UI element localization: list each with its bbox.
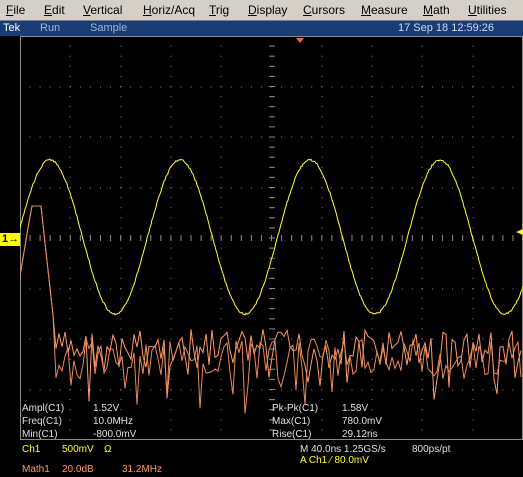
meas-min-label: Min(C1): [22, 429, 58, 440]
menu-edit[interactable]: Edit: [44, 3, 65, 17]
ch1-coupling: Ω: [104, 444, 111, 456]
meas-freq-value: 10.0MHz: [93, 416, 133, 427]
menu-measure[interactable]: Measure: [361, 3, 408, 17]
math1-center-frequency: 31.2MHz: [122, 464, 162, 476]
meas-max-label: Max(C1): [272, 416, 310, 427]
meas-ampl-label: Ampl(C1): [22, 403, 64, 414]
brand-label: Tek: [3, 22, 20, 35]
menu-bar: File Edit Vertical Horiz/Acq Trig Display Curs…: [0, 0, 523, 21]
meas-freq-label: Freq(C1): [22, 416, 62, 427]
meas-rise-value: 29.12ns: [342, 429, 378, 440]
menu-vertical[interactable]: Vertical: [83, 3, 122, 17]
menu-file[interactable]: File: [6, 3, 25, 17]
meas-min-value: -800.0mV: [93, 429, 136, 440]
menu-utilities[interactable]: Utilities: [468, 3, 507, 17]
waveform-display[interactable]: [20, 36, 523, 440]
acquisition-mode: Sample: [90, 22, 127, 35]
status-bar: Tek Run Sample 17 Sep 18 12:59:26: [0, 21, 523, 36]
ch1-readout-label[interactable]: Ch1: [22, 444, 40, 456]
menu-math[interactable]: Math: [423, 3, 450, 17]
menu-display[interactable]: Display: [248, 3, 287, 17]
record-resolution: 800ps/pt: [412, 444, 450, 456]
meas-rise-label: Rise(C1): [272, 429, 311, 440]
ch1-ground-marker[interactable]: 1→: [0, 233, 20, 246]
meas-max-value: 780.0mV: [342, 416, 382, 427]
menu-horiz-acq[interactable]: Horiz/Acq: [143, 3, 195, 17]
meas-pkpk-label: Pk-Pk(C1): [272, 403, 318, 414]
math1-readout-label[interactable]: Math1: [22, 464, 50, 476]
ch1-scale[interactable]: 500mV: [62, 444, 94, 456]
menu-cursors[interactable]: Cursors: [303, 3, 345, 17]
readout-panel: Ch1 500mV Ω Math1 20.0dB 31.2MHz M 40.0n…: [0, 440, 523, 477]
meas-pkpk-value: 1.58V: [342, 403, 368, 414]
run-state: Run: [40, 22, 60, 35]
math1-scale[interactable]: 20.0dB: [62, 464, 94, 476]
trigger-readout[interactable]: A Ch1 ⁄ 80.0mV: [300, 455, 369, 467]
menu-trig[interactable]: Trig: [209, 3, 229, 17]
meas-ampl-value: 1.52V: [93, 403, 119, 414]
date-time: 17 Sep 18 12:59:26: [398, 22, 494, 35]
